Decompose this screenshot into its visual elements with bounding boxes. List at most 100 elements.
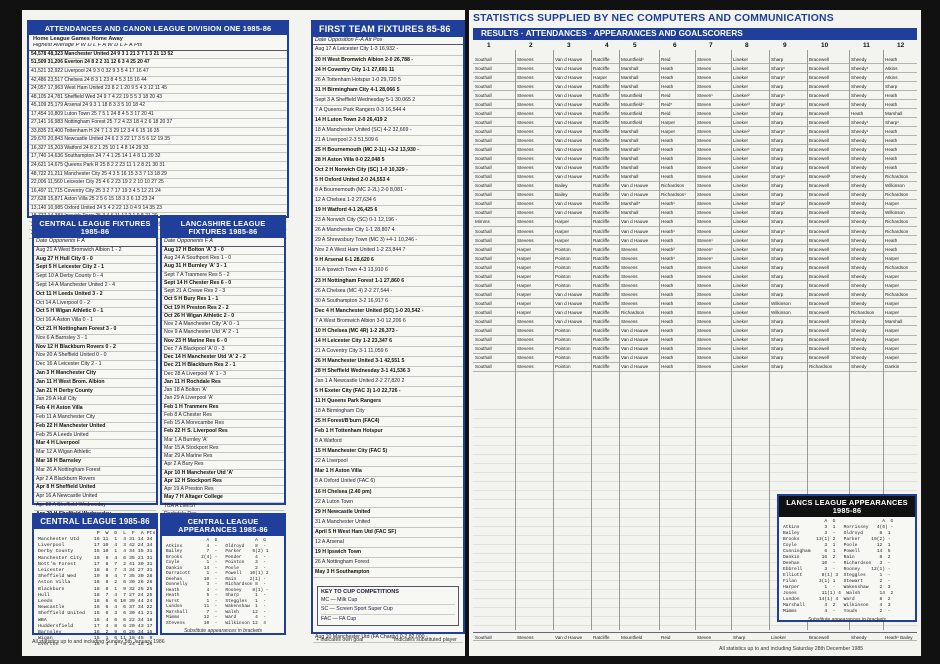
results-cell: Ratcliffe [593,156,610,162]
results-cell: Sheedy [851,346,867,352]
results-cell: Van d Hauwe [555,147,583,153]
results-cell: Lineker [733,65,749,71]
results-cell: Van d Hauwe [555,92,583,98]
results-cell: Southall [475,255,492,261]
results-cell: Lineker [733,364,749,370]
results-cell: Southall [475,101,492,107]
results-cell: Van d Hauwe [555,201,583,207]
results-cell: Sharp [771,147,784,153]
results-cell: Sharp [771,210,784,216]
results-cell: Sheedy [851,300,867,306]
results-cell: Sheedy [851,355,867,361]
results-cell: Steven [697,192,712,198]
central-apps-rows: A G A G Atkins 4 - Oldroyd 8 - Bailey 7 - … [162,536,284,628]
results-cell: Steven [697,228,712,234]
results-cell: Richardson [885,174,909,180]
central-table-row: Derby County 15 10 1 4 34 15 31 [38,549,153,555]
results-column-number: 6 [673,42,677,49]
results-cell: Van d Hauwe [555,119,583,125]
results-cell: Van d Hauwe [555,174,583,180]
results-cell: Lineker [733,119,749,125]
first-team-fixture-row: Feb 1 H Tottenham Hotspur [313,427,463,438]
results-cell: Stevens [517,65,534,71]
central-table-row: WBA 16 4 6 6 22 34 18 [38,617,153,623]
results-cell: Ratcliffe [593,56,610,62]
first-team-fixture-row: 18 A Birmingham City [313,407,463,418]
results-cell: Sharp [771,83,784,89]
results-cell: Bracewell [809,119,829,125]
results-cell: Stevens [517,319,534,325]
left-footnote: All statistics up to and including Sunda… [32,639,165,645]
attendance-row: 24,621 14,675 Queens Park R 25 8 2 2 23 … [29,162,287,171]
lancs-fixture-row: Sept 21 A Crewe Res 2 - 3 [162,288,284,297]
lancs-fixture-row: Oct 26 H Wigan Athletic 2 - 0 [162,313,284,322]
central-table-row: Sheffield United 15 6 3 6 30 41 21 [38,611,153,617]
cup-key-box: KEY TO CUP COMPETITIONS MC — Milk Cup SC… [317,585,459,627]
results-cell: Sheedy [851,192,867,198]
results-cell: Marshall [621,156,639,162]
lancs-fixture-row: Dec 7 A Blackpool 'A' 0 - 3 [162,346,284,355]
results-cell: Steven [697,128,712,134]
results-cell: Sharp [771,291,784,297]
results-cell: Atkins [885,65,898,71]
results-cell: Steven¹ [697,237,713,243]
results-cell: Sheedy [851,246,867,252]
results-cell: Southall [475,56,492,62]
results-cell: Lineker [733,210,749,216]
central-fixture-row: Aug 21 A West Bromwich Albion 1 - 2 [34,247,156,256]
central-apps-row: Mimms 12 - Ward 4 - [166,615,266,621]
charity-results-cell: Ratcliffe [593,634,610,640]
central-fixture-row: Apr 8 H Sheffield United [34,484,156,494]
charity-results-cell: Reid [661,634,671,640]
central-apps-foot: Substitute appearances in brackets [183,628,263,635]
first-team-fixture-row: 25 H Forest/B'burn (FAC4) [313,417,463,428]
charity-results-cell: Sheedy [851,634,867,640]
lancs-fixture-row: Feb 8 A Chester Res [162,412,284,421]
results-cell: Harper [593,74,608,80]
charity-results-cell: Van d Hauwe [555,634,583,640]
results-cell: Heath² [661,246,675,252]
attendance-row: 33,835 23,400 Tottenham H 24 7 1 3 29 12… [29,128,287,137]
results-cell: Heath [661,83,674,89]
results-cell: Pointon [555,273,571,279]
results-cell: Steven [697,309,712,315]
results-cell: Stevens [621,319,638,325]
first-team-fixture-row: 19 H Watford 4-1 26,425 6 [313,206,463,217]
central-fixture-row: Feb 25 A Leeds United [34,432,156,441]
lancs-fixture-row: Dec 28 A Liverpool 'A' 1 - 3 [162,371,284,379]
results-cell: Ratcliffe [593,147,610,153]
results-cell: Steven [697,138,712,144]
results-cell: Sheedy [851,165,867,171]
results-cell: Bracewell [809,74,829,80]
central-fixture-row: Mar 26 A Nottingham Forest [34,467,156,476]
attendance-row: 54,578 48,323 Manchester United 24 9 3 1… [29,51,287,60]
lancs-apps-title: Lancs League Appearances 1985-86 [779,496,915,518]
results-cell: Sharp¹ [771,101,785,107]
results-cell: Sharp [771,237,784,243]
attendance-table-title: Attendances and Canon League Division On… [29,22,287,36]
results-cell: Bracewell [809,246,829,252]
results-cell: Harper [517,273,532,279]
results-cell: Steven [697,210,712,216]
results-cell: Marshall [621,174,639,180]
charity-results-cell: Sharp [733,634,746,640]
results-cell: Marshall [621,165,639,171]
legend-own-goal: + indicates own goal [316,637,364,643]
results-cell: Ratcliffe [593,346,610,352]
results-cell: Lineker [733,264,749,270]
central-fixture-row: Mar 12 A Wigan Athletic [34,449,156,458]
results-cell: Stevens [517,92,534,98]
attendance-row: 51,509 31,206 Everton 24 8 2 2 31 12 6 3… [29,59,287,68]
results-cell: Bracewell [809,291,829,297]
results-cell: Bracewell [809,273,829,279]
central-fixtures-panel: Central League Fixtures 1985-86 Date Opp… [32,215,158,546]
first-team-fixture-row: 28 H Aston Villa 0-0 22,048 5 [313,156,463,167]
central-fixture-row: Oct 5 H Wigan Athletic 0 - 1 [34,308,156,318]
results-cell: Southall [475,264,492,270]
lancs-fixture-row: Apr 10 H Manchester Utd 'A' [162,470,284,478]
first-team-fixture-row: 23 H Nottingham Forest 1-1 27,860 6 [313,277,463,287]
results-cell: Sharp [771,183,784,189]
lancs-fixture-row: Mar 1 A Burnley 'A' [162,437,284,445]
first-team-fixture-row: 29 A Shrewsbury Town (MC 3) +4-1 10,246 … [313,236,463,247]
results-cell: Sharp¹ [771,174,785,180]
